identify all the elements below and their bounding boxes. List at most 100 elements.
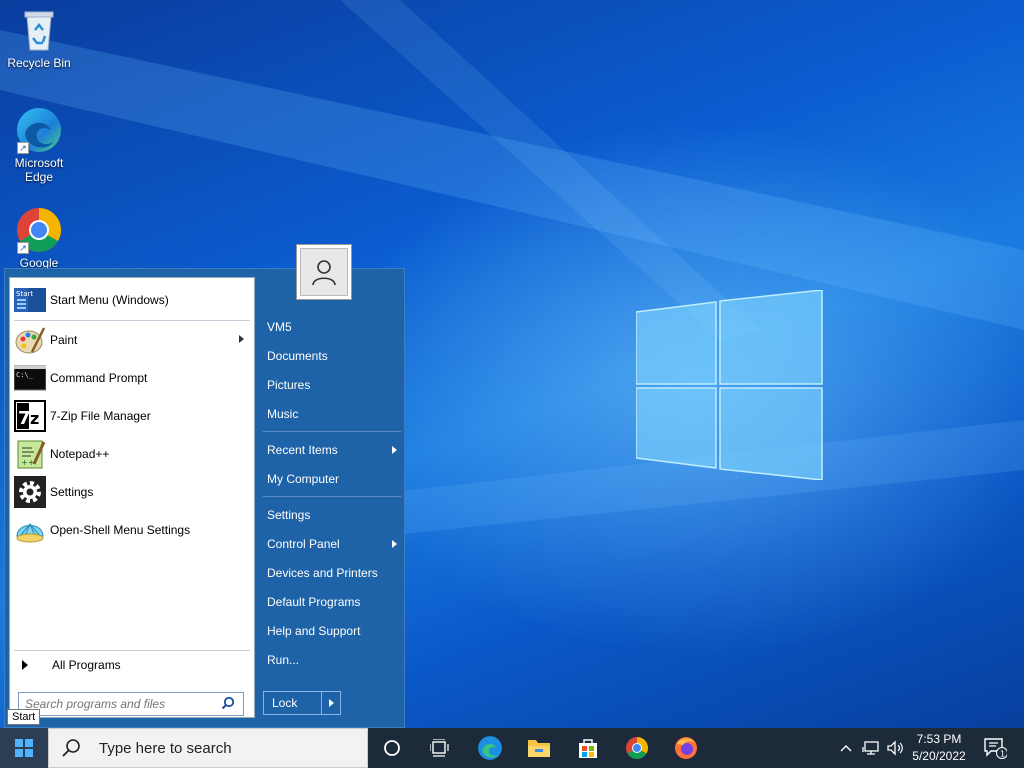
desktop-icon-chrome[interactable]: ↗ Google <box>2 206 76 270</box>
svg-text:C:\_: C:\_ <box>16 371 34 379</box>
taskbar-chrome[interactable] <box>613 728 661 768</box>
taskbar-search-box[interactable]: Type here to search <box>48 728 368 768</box>
chrome-icon: ↗ <box>15 206 63 254</box>
folder-icon <box>528 740 550 757</box>
default-programs-label: Default Programs <box>267 595 361 609</box>
settings-label: Settings <box>267 508 311 522</box>
recycle-bin-icon <box>15 6 63 54</box>
start-menu-item-start-menu-windows[interactable]: Start Start Menu (Windows) <box>14 282 250 318</box>
devices-label: Devices and Printers <box>267 566 378 580</box>
7zip-icon: 7 z <box>14 400 46 432</box>
start-menu-item-7zip[interactable]: 7 z 7-Zip File Manager <box>14 398 250 434</box>
shortcut-arrow-icon: ↗ <box>17 142 29 154</box>
desktop-icon-recycle-bin[interactable]: Recycle Bin <box>2 6 76 70</box>
recent-items-label: Recent Items <box>267 443 338 457</box>
start-button[interactable] <box>0 728 48 768</box>
start-menu-item-my-computer[interactable]: My Computer <box>267 467 401 491</box>
user-name: VM5 <box>267 320 292 334</box>
lock-button[interactable]: Lock <box>264 692 322 714</box>
volume-button[interactable] <box>884 728 906 768</box>
notification-icon: 1 <box>984 738 1007 759</box>
shortcut-arrow-icon: ↗ <box>17 242 29 254</box>
start-menu-item-recent-items[interactable]: Recent Items <box>267 438 401 462</box>
taskbar-file-explorer[interactable] <box>515 728 563 768</box>
desktop-icon-label: Microsoft Edge <box>14 156 64 184</box>
start-menu-item-settings-right[interactable]: Settings <box>267 503 401 527</box>
start-menu-item-label: Settings <box>50 485 94 499</box>
shutdown-options-button[interactable] <box>322 699 340 707</box>
speaker-icon <box>887 740 903 756</box>
chrome-icon <box>626 737 648 759</box>
separator <box>14 320 250 321</box>
edge-icon: ↗ <box>15 106 63 154</box>
taskbar-clock[interactable]: 7:53 PM 5/20/2022 <box>904 731 974 765</box>
run-label: Run... <box>267 653 300 667</box>
start-menu-item-music[interactable]: Music <box>267 402 401 426</box>
start-menu-item-open-shell-settings[interactable]: Open-Shell Menu Settings <box>14 512 250 548</box>
chevron-right-icon <box>328 699 334 707</box>
start-menu-item-settings[interactable]: Settings <box>14 474 250 510</box>
separator <box>263 496 401 497</box>
start-menu-item-notepadpp[interactable]: ++ Notepad++ <box>14 436 250 472</box>
open-shell-icon <box>14 514 46 546</box>
desktop-icon-label: Recycle Bin <box>7 56 71 70</box>
start-menu-item-default-programs[interactable]: Default Programs <box>267 590 401 614</box>
desktop-icon-edge[interactable]: ↗ Microsoft Edge <box>2 106 76 184</box>
store-icon <box>579 739 597 758</box>
svg-text:++: ++ <box>21 458 34 467</box>
windows-logo-wallpaper <box>635 289 826 483</box>
start-menu-item-pictures[interactable]: Pictures <box>267 373 401 397</box>
taskbar-search-placeholder: Type here to search <box>99 739 232 757</box>
command-prompt-icon: C:\_ <box>13 362 47 394</box>
taskbar-firefox[interactable] <box>662 728 710 768</box>
start-menu-item-label: Command Prompt <box>50 371 148 385</box>
task-view-icon <box>430 739 449 757</box>
task-view-button[interactable] <box>416 728 464 768</box>
start-search-input[interactable] <box>25 697 215 711</box>
search-icon[interactable] <box>221 696 235 713</box>
all-programs-label: All Programs <box>52 658 121 672</box>
taskbar-store[interactable] <box>564 728 612 768</box>
start-menu-item-user[interactable]: VM5 <box>267 315 401 339</box>
lock-button-group: Lock <box>263 691 341 715</box>
start-menu-item-run[interactable]: Run... <box>267 648 401 672</box>
taskbar-edge[interactable] <box>466 728 514 768</box>
documents-label: Documents <box>267 349 328 363</box>
user-avatar[interactable] <box>296 244 352 300</box>
clock-time: 7:53 PM <box>916 732 962 746</box>
submenu-arrow-icon <box>239 335 244 343</box>
pictures-label: Pictures <box>267 378 311 392</box>
start-menu-item-control-panel[interactable]: Control Panel <box>267 532 401 556</box>
music-label: Music <box>267 407 299 421</box>
svg-text:Start: Start <box>16 290 33 298</box>
start-menu: Start Start Menu (Windows) Paint C:\_ Co… <box>4 268 405 728</box>
expand-arrow-icon <box>22 660 28 670</box>
firefox-icon <box>675 737 697 759</box>
start-menu-item-documents[interactable]: Documents <box>267 344 401 368</box>
svg-text:z: z <box>30 409 39 428</box>
start-menu-icon: Start <box>14 284 46 316</box>
chevron-up-icon <box>840 745 852 752</box>
cortana-button[interactable] <box>368 728 416 768</box>
start-search-box[interactable] <box>18 692 244 716</box>
separator <box>263 431 401 432</box>
network-button[interactable] <box>860 728 882 768</box>
my-computer-label: My Computer <box>267 472 340 486</box>
start-menu-item-command-prompt[interactable]: C:\_ Command Prompt <box>13 360 250 396</box>
action-center-button[interactable]: 1 <box>978 728 1012 768</box>
taskbar: Type here to search 7:53 PM 5/20/2022 1 <box>0 728 1024 768</box>
clock-date: 5/20/2022 <box>912 749 966 763</box>
svg-text:7: 7 <box>18 408 31 429</box>
start-menu-item-help-support[interactable]: Help and Support <box>267 619 401 643</box>
start-menu-item-devices-printers[interactable]: Devices and Printers <box>267 561 401 585</box>
edge-icon <box>478 736 502 760</box>
all-programs-button[interactable]: All Programs <box>14 654 250 676</box>
start-menu-programs-pane: Start Start Menu (Windows) Paint C:\_ Co… <box>9 277 255 718</box>
start-menu-item-paint[interactable]: Paint <box>14 322 250 358</box>
gear-icon <box>14 476 46 508</box>
windows-logo-icon <box>15 739 33 757</box>
start-menu-item-label: Notepad++ <box>50 447 110 461</box>
submenu-arrow-icon <box>392 540 397 548</box>
show-hidden-icons-button[interactable] <box>836 728 856 768</box>
paint-icon <box>14 324 46 356</box>
